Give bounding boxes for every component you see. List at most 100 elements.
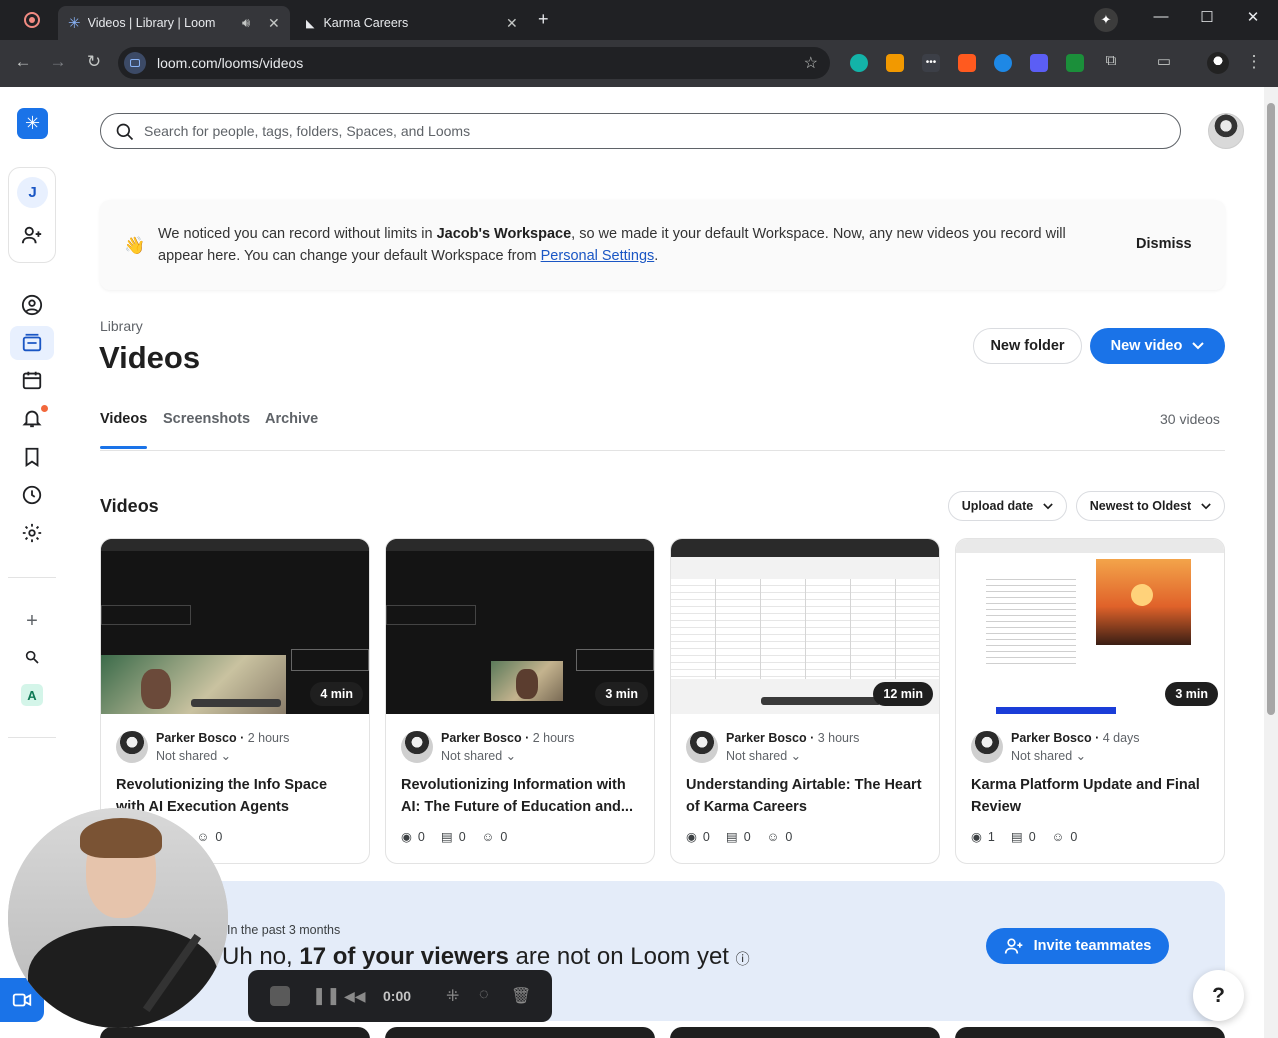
info-icon[interactable]: ⓘ	[736, 951, 750, 967]
browser-menu-icon[interactable]: ⋮	[1243, 52, 1265, 72]
extensions-icon[interactable]: ⧉	[1100, 52, 1122, 69]
next-row-thumbnail[interactable]	[385, 1027, 655, 1038]
breadcrumb[interactable]: Library	[100, 318, 143, 334]
video-stats: ◉0 ▤0 ☺0	[686, 829, 792, 845]
stop-recording-icon[interactable]	[270, 986, 290, 1006]
loom-logo-icon[interactable]: ✳	[17, 108, 48, 139]
video-card[interactable]: 12 min Parker Bosco · 3 hours Not shared…	[670, 538, 940, 864]
browser-tab-karma[interactable]: ◣ Karma Careers ✕	[296, 6, 528, 40]
share-status-dropdown[interactable]: Not shared ⌄	[441, 748, 516, 763]
extension-dots-icon[interactable]: •••	[922, 54, 940, 72]
author-avatar	[971, 731, 1003, 763]
author-name[interactable]: Parker Bosco	[726, 731, 807, 745]
tab-title: Videos | Library | Loom	[87, 16, 216, 30]
share-status-dropdown[interactable]: Not shared ⌄	[726, 748, 801, 763]
notifications-bell-icon[interactable]	[18, 404, 48, 432]
trash-icon[interactable]: 🗑︎	[511, 986, 531, 1006]
author-avatar	[401, 731, 433, 763]
gemini-icon[interactable]: ✦	[1094, 8, 1118, 32]
extension-puzzle-orange-icon[interactable]	[886, 54, 904, 72]
eye-icon: ◉	[686, 830, 697, 844]
author-name[interactable]: Parker Bosco	[1011, 731, 1092, 745]
waving-hand-icon: 👋	[124, 236, 146, 255]
author-name[interactable]: Parker Bosco	[156, 731, 237, 745]
library-icon[interactable]	[10, 326, 54, 360]
search-bar[interactable]	[100, 113, 1181, 149]
new-video-button[interactable]: New video	[1090, 328, 1225, 364]
history-clock-icon[interactable]	[18, 481, 46, 509]
draw-icon[interactable]: ⁜	[446, 986, 459, 1006]
scrollbar-thumb[interactable]	[1267, 103, 1275, 715]
user-avatar[interactable]	[1208, 113, 1244, 149]
video-thumbnail[interactable]: 3 min	[386, 539, 654, 714]
extension-blue-icon[interactable]	[994, 54, 1012, 72]
settings-gear-icon[interactable]	[18, 519, 46, 547]
site-info-icon[interactable]	[124, 52, 146, 74]
bookmark-icon[interactable]	[18, 443, 46, 471]
extension-purple-icon[interactable]	[1030, 54, 1048, 72]
reload-icon[interactable]: ↻	[83, 52, 105, 72]
video-card[interactable]: 3 min Parker Bosco · 2 hours Not shared …	[385, 538, 655, 864]
maximize-icon[interactable]: ☐	[1195, 8, 1219, 26]
forward-icon[interactable]: →	[47, 52, 69, 72]
space-avatar[interactable]: A	[21, 684, 43, 706]
tab-screenshots[interactable]: Screenshots	[163, 411, 250, 427]
video-title[interactable]: Understanding Airtable: The Heart of Kar…	[686, 774, 926, 818]
browser-tab-loom[interactable]: ✳ Videos | Library | Loom 🔊︎ ✕	[58, 6, 290, 40]
bookmark-star-icon[interactable]: ☆	[804, 53, 818, 73]
personal-settings-link[interactable]: Personal Settings	[541, 248, 655, 264]
back-icon[interactable]: ←	[12, 52, 34, 72]
new-folder-button[interactable]: New folder	[973, 328, 1082, 364]
minimize-icon[interactable]: —	[1149, 8, 1173, 25]
tab-audio-icon[interactable]: 🔊︎	[242, 15, 250, 31]
smiley-icon: ☺	[1051, 829, 1065, 844]
workspace-avatar[interactable]: J	[17, 177, 48, 208]
share-status-dropdown[interactable]: Not shared ⌄	[156, 748, 231, 763]
video-title[interactable]: Karma Platform Update and Final Review	[971, 774, 1211, 818]
video-thumbnail[interactable]: 4 min	[101, 539, 369, 714]
close-tab-icon[interactable]: ✕	[506, 15, 518, 32]
extension-green-icon[interactable]	[1066, 54, 1084, 72]
viewers-count: 17 of your viewers	[299, 943, 509, 970]
video-card[interactable]: 3 min Parker Bosco · 4 days Not shared ⌄…	[955, 538, 1225, 864]
profile-avatar-icon[interactable]	[1207, 52, 1229, 74]
address-bar[interactable]: loom.com/looms/videos ☆	[118, 47, 830, 79]
video-thumbnail[interactable]: 3 min	[956, 539, 1224, 714]
profile-icon[interactable]	[18, 291, 46, 319]
pause-icon[interactable]: ❚❚	[312, 986, 341, 1006]
tab-videos[interactable]: Videos	[100, 411, 147, 427]
tab-archive[interactable]: Archive	[265, 411, 318, 427]
help-button[interactable]: ?	[1193, 970, 1244, 1021]
next-row-thumbnail[interactable]	[100, 1027, 370, 1038]
close-tab-icon[interactable]: ✕	[268, 15, 280, 32]
workspace-group: J	[8, 167, 56, 263]
add-space-icon[interactable]: +	[18, 607, 46, 635]
video-title[interactable]: Revolutionizing Information with AI: The…	[401, 774, 641, 818]
cancel-icon[interactable]: ◌	[479, 986, 489, 1004]
extension-m-icon[interactable]	[850, 54, 868, 72]
sort-field-dropdown[interactable]: Upload date	[948, 491, 1067, 521]
next-row-thumbnail[interactable]	[670, 1027, 940, 1038]
search-spaces-icon[interactable]	[18, 643, 46, 671]
author-name[interactable]: Parker Bosco	[441, 731, 522, 745]
search-input[interactable]	[144, 123, 1144, 139]
page-scrollbar[interactable]	[1264, 87, 1278, 1038]
webcam-bubble[interactable]	[8, 808, 228, 1028]
tab-search-icon[interactable]: ▭	[1153, 52, 1175, 70]
new-tab-icon[interactable]: +	[538, 9, 549, 30]
next-row-thumbnail[interactable]	[955, 1027, 1225, 1038]
close-window-icon[interactable]: ✕	[1241, 8, 1265, 26]
views-stat: ◉0	[686, 829, 710, 845]
views-stat: ◉0	[401, 829, 425, 845]
dismiss-button[interactable]: Dismiss	[1136, 236, 1192, 252]
add-user-icon[interactable]	[21, 224, 43, 251]
sort-order-dropdown[interactable]: Newest to Oldest	[1076, 491, 1225, 521]
calendar-icon[interactable]	[18, 366, 46, 394]
video-thumbnail[interactable]: 12 min	[671, 539, 939, 714]
invite-teammates-button[interactable]: Invite teammates	[986, 928, 1169, 964]
recording-timer: 0:00	[383, 988, 412, 1004]
comment-icon: ▤	[440, 830, 453, 844]
share-status-dropdown[interactable]: Not shared ⌄	[1011, 748, 1086, 763]
extension-orange-icon[interactable]	[958, 54, 976, 72]
restart-icon[interactable]: ◀◀	[344, 988, 366, 1005]
